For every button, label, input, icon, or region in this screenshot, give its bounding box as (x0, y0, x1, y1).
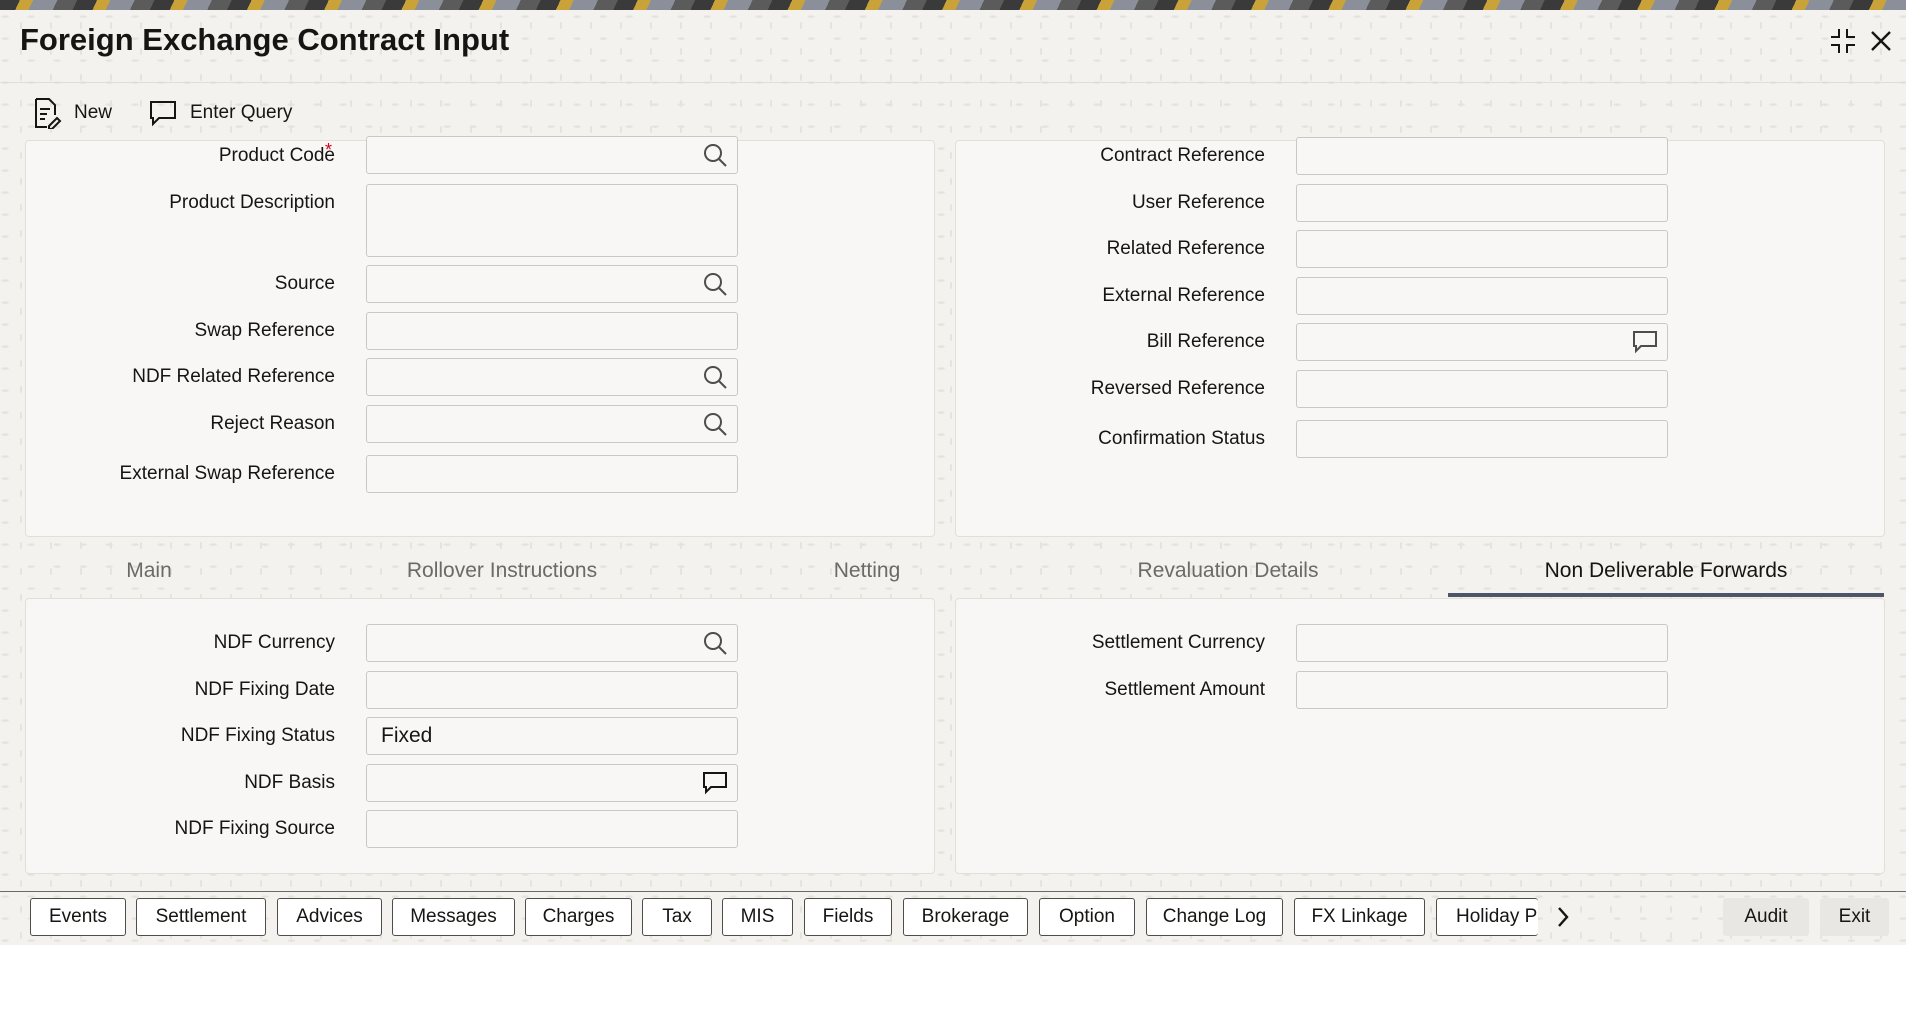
user-reference-field[interactable] (1296, 184, 1668, 222)
messages-button[interactable]: Messages (392, 898, 515, 936)
related-reference-label: Related Reference (1106, 238, 1265, 259)
external-swap-reference-label: External Swap Reference (119, 463, 335, 484)
ndf-fixing-source-field[interactable] (366, 810, 738, 848)
audit-button[interactable]: Audit (1723, 898, 1809, 936)
product-description-field[interactable] (366, 184, 738, 257)
chevron-right-icon[interactable] (1552, 903, 1574, 931)
settlement-currency-field[interactable] (1296, 624, 1668, 662)
product-description-label: Product Description (169, 192, 335, 213)
ndf-related-reference-label: NDF Related Reference (132, 366, 335, 387)
new-button[interactable]: New (32, 96, 112, 130)
charges-button[interactable]: Charges (525, 898, 632, 936)
settlement-button[interactable]: Settlement (136, 898, 266, 936)
user-reference-label: User Reference (1131, 192, 1265, 213)
reject-reason-label: Reject Reason (210, 413, 335, 434)
source-field[interactable] (366, 265, 738, 303)
chat-query-icon (150, 101, 176, 127)
change-log-button[interactable]: Change Log (1146, 898, 1283, 936)
ndf-currency-label: NDF Currency (213, 632, 335, 653)
external-reference-label: External Reference (1102, 285, 1265, 306)
ndf-fixing-status-field[interactable]: Fixed (366, 717, 738, 755)
ndf-currency-field[interactable] (366, 624, 738, 662)
related-reference-field[interactable] (1296, 230, 1668, 268)
search-icon[interactable] (701, 410, 729, 438)
product-code-field[interactable] (366, 136, 738, 174)
settlement-currency-label: Settlement Currency (1091, 632, 1265, 653)
tab-revaluation-details[interactable]: Revaluation Details (1120, 556, 1336, 596)
advices-button[interactable]: Advices (277, 898, 382, 936)
ndf-basis-label: NDF Basis (244, 772, 335, 793)
title-divider (0, 82, 1906, 83)
reversed-reference-label: Reversed Reference (1090, 378, 1265, 399)
mis-button[interactable]: MIS (722, 898, 793, 936)
ndf-fixing-status-value: Fixed (381, 724, 433, 747)
tab-main[interactable]: Main (100, 556, 198, 596)
swap-reference-field[interactable] (366, 312, 738, 350)
tax-button[interactable]: Tax (642, 898, 712, 936)
fields-button[interactable]: Fields (804, 898, 892, 936)
tab-rollover-instructions[interactable]: Rollover Instructions (390, 556, 614, 596)
window-title: Foreign Exchange Contract Input (20, 22, 510, 57)
bill-reference-field[interactable] (1296, 323, 1668, 361)
contract-reference-field[interactable] (1296, 137, 1668, 175)
ndf-related-reference-field[interactable] (366, 358, 738, 396)
enter-query-button[interactable]: Enter Query (148, 96, 292, 130)
new-document-icon (35, 98, 62, 129)
close-icon[interactable] (1866, 26, 1896, 56)
ndf-fixing-source-label: NDF Fixing Source (174, 818, 336, 839)
tab-non-deliverable-forwards[interactable]: Non Deliverable Forwards (1448, 556, 1884, 596)
fx-linkage-button[interactable]: FX Linkage (1294, 898, 1425, 936)
confirmation-status-field[interactable] (1296, 420, 1668, 458)
new-label: New (74, 102, 113, 123)
search-icon[interactable] (701, 270, 729, 298)
events-button[interactable]: Events (30, 898, 126, 936)
chat-icon[interactable] (701, 769, 729, 797)
exit-button[interactable]: Exit (1820, 898, 1889, 936)
settlement-amount-field[interactable] (1296, 671, 1668, 709)
option-button[interactable]: Option (1039, 898, 1135, 936)
search-icon[interactable] (701, 363, 729, 391)
settlement-amount-label: Settlement Amount (1104, 679, 1265, 700)
ndf-basis-field[interactable] (366, 764, 738, 802)
top-decorative-strip (0, 0, 1906, 10)
brokerage-button[interactable]: Brokerage (903, 898, 1028, 936)
bill-reference-label: Bill Reference (1146, 331, 1265, 352)
chat-icon[interactable] (1631, 328, 1659, 356)
enter-query-label: Enter Query (190, 102, 293, 123)
search-icon[interactable] (701, 141, 729, 169)
active-tab-indicator (1448, 593, 1884, 597)
reversed-reference-field[interactable] (1296, 370, 1668, 408)
contract-reference-label: Contract Reference (1100, 145, 1265, 166)
reject-reason-field[interactable] (366, 405, 738, 443)
product-code-label: Product Code (218, 145, 335, 166)
required-marker: * (325, 140, 333, 160)
external-swap-reference-field[interactable] (366, 455, 738, 493)
tab-netting[interactable]: Netting (810, 556, 924, 596)
minimize-icon[interactable] (1828, 26, 1858, 56)
ndf-fixing-date-label: NDF Fixing Date (194, 679, 335, 700)
confirmation-status-label: Confirmation Status (1098, 428, 1265, 449)
footer-divider (0, 891, 1906, 892)
external-reference-field[interactable] (1296, 277, 1668, 315)
ndf-fixing-date-field[interactable] (366, 671, 738, 709)
ndf-fixing-status-label: NDF Fixing Status (180, 725, 335, 746)
swap-reference-label: Swap Reference (194, 320, 335, 341)
holiday-preferences-button[interactable]: Holiday Pr (1436, 898, 1538, 936)
search-icon[interactable] (701, 629, 729, 657)
source-label: Source (274, 273, 335, 294)
